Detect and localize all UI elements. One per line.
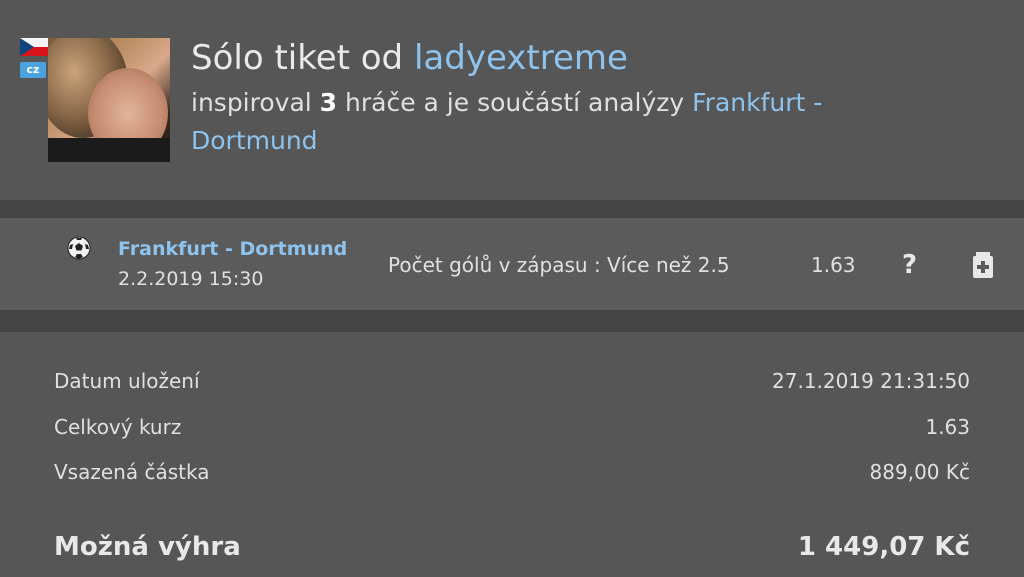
help-icon[interactable]: ?	[902, 250, 917, 280]
add-to-ticket-icon[interactable]	[972, 252, 994, 278]
subtitle-middle: hráče a je součástí analýzy	[337, 88, 693, 117]
inspired-count: 3	[319, 88, 338, 117]
total-odds-value: 1.63	[925, 415, 970, 439]
stake-value: 889,00 Kč	[869, 460, 970, 484]
possible-win-label: Možná výhra	[54, 532, 241, 562]
total-odds-label: Celkový kurz	[54, 415, 182, 439]
title-prefix: Sólo tiket od	[191, 38, 414, 78]
stake-label: Vsazená částka	[54, 460, 210, 484]
subtitle-before: inspiroval	[191, 88, 320, 117]
possible-win-value: 1 449,07 Kč	[797, 532, 970, 562]
country-badge: cz	[20, 62, 46, 78]
bet-market: Počet gólů v zápasu : Více než 2.5	[388, 253, 730, 277]
page-subtitle: inspiroval 3 hráče a je součástí analýzy…	[191, 84, 911, 160]
separator	[0, 310, 1024, 332]
match-datetime: 2.2.2019 15:30	[118, 268, 264, 290]
football-icon	[67, 236, 91, 260]
match-link[interactable]: Frankfurt - Dortmund	[118, 238, 347, 260]
page-title: Sólo tiket od ladyextreme	[191, 38, 628, 78]
saved-date-value: 27.1.2019 21:31:50	[772, 369, 970, 393]
bet-odd: 1.63	[811, 253, 856, 277]
czech-flag-icon	[20, 38, 48, 56]
saved-date-label: Datum uložení	[54, 369, 200, 393]
username-link[interactable]: ladyextreme	[414, 38, 628, 78]
avatar[interactable]	[48, 38, 170, 162]
separator	[0, 200, 1024, 218]
